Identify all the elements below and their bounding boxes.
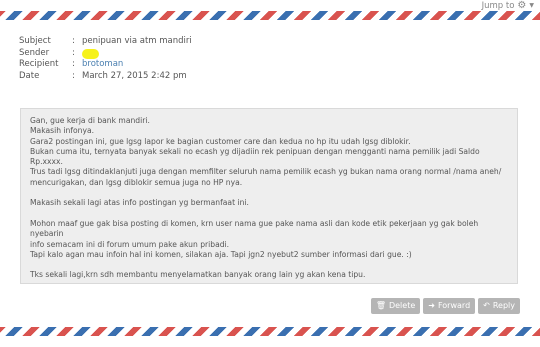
sender-value — [82, 48, 99, 60]
gear-icon[interactable]: ⚙ — [517, 0, 526, 11]
reply-button[interactable]: ↶ Reply — [478, 298, 520, 314]
body-paragraph-3: Mohon maaf gue gak bisa posting di komen… — [30, 218, 479, 259]
reply-icon: ↶ — [483, 301, 490, 310]
jump-to-menu[interactable]: Jump to ⚙ ▼ — [482, 0, 534, 11]
reply-label: Reply — [492, 301, 515, 310]
sender-colon: : — [72, 47, 75, 58]
forward-label: Forward — [437, 301, 471, 310]
forward-icon: ➜ — [428, 301, 435, 310]
message-actions: 🗑 Delete ➜ Forward ↶ Reply — [370, 298, 520, 314]
jump-to-label[interactable]: Jump to — [482, 1, 515, 11]
airmail-border-bottom — [0, 327, 540, 336]
subject-value: penipuan via atm mandiri — [82, 36, 192, 46]
body-paragraph-2: Makasih sekali lagi atas info postingan … — [30, 198, 249, 208]
forward-button[interactable]: ➜ Forward — [423, 298, 476, 314]
subject-label: Subject — [19, 36, 51, 46]
sender-label: Sender — [19, 47, 50, 58]
airmail-border-top — [0, 11, 540, 20]
date-colon: : — [72, 70, 75, 81]
sender-redaction — [82, 48, 99, 59]
delete-label: Delete — [388, 301, 416, 310]
body-paragraph-1: Gan, gue kerja di bank mandiri. Makasih … — [30, 116, 502, 187]
body-paragraph-4: Tks sekali lagi,krn sdh membantu menyela… — [30, 270, 366, 280]
subject-row: Subject : penipuan via atm mandiri — [19, 36, 192, 48]
message-header: Subject : penipuan via atm mandiri Sende… — [19, 36, 192, 82]
message-body: Gan, gue kerja di bank mandiri. Makasih … — [20, 108, 518, 284]
date-label: Date — [19, 70, 40, 81]
sender-row: Sender : — [19, 48, 192, 60]
date-row: Date : March 27, 2015 2:42 pm — [19, 71, 192, 83]
date-value: March 27, 2015 2:42 pm — [82, 70, 187, 81]
recipient-label: Recipient — [19, 59, 59, 69]
trash-icon: 🗑 — [375, 301, 386, 310]
recipient-row: Recipient : brotoman — [19, 59, 192, 71]
subject-colon: : — [72, 36, 75, 46]
recipient-colon: : — [72, 59, 75, 69]
chevron-down-icon[interactable]: ▼ — [529, 2, 534, 9]
recipient-link[interactable]: brotoman — [82, 59, 123, 71]
delete-button[interactable]: 🗑 Delete — [370, 298, 421, 314]
